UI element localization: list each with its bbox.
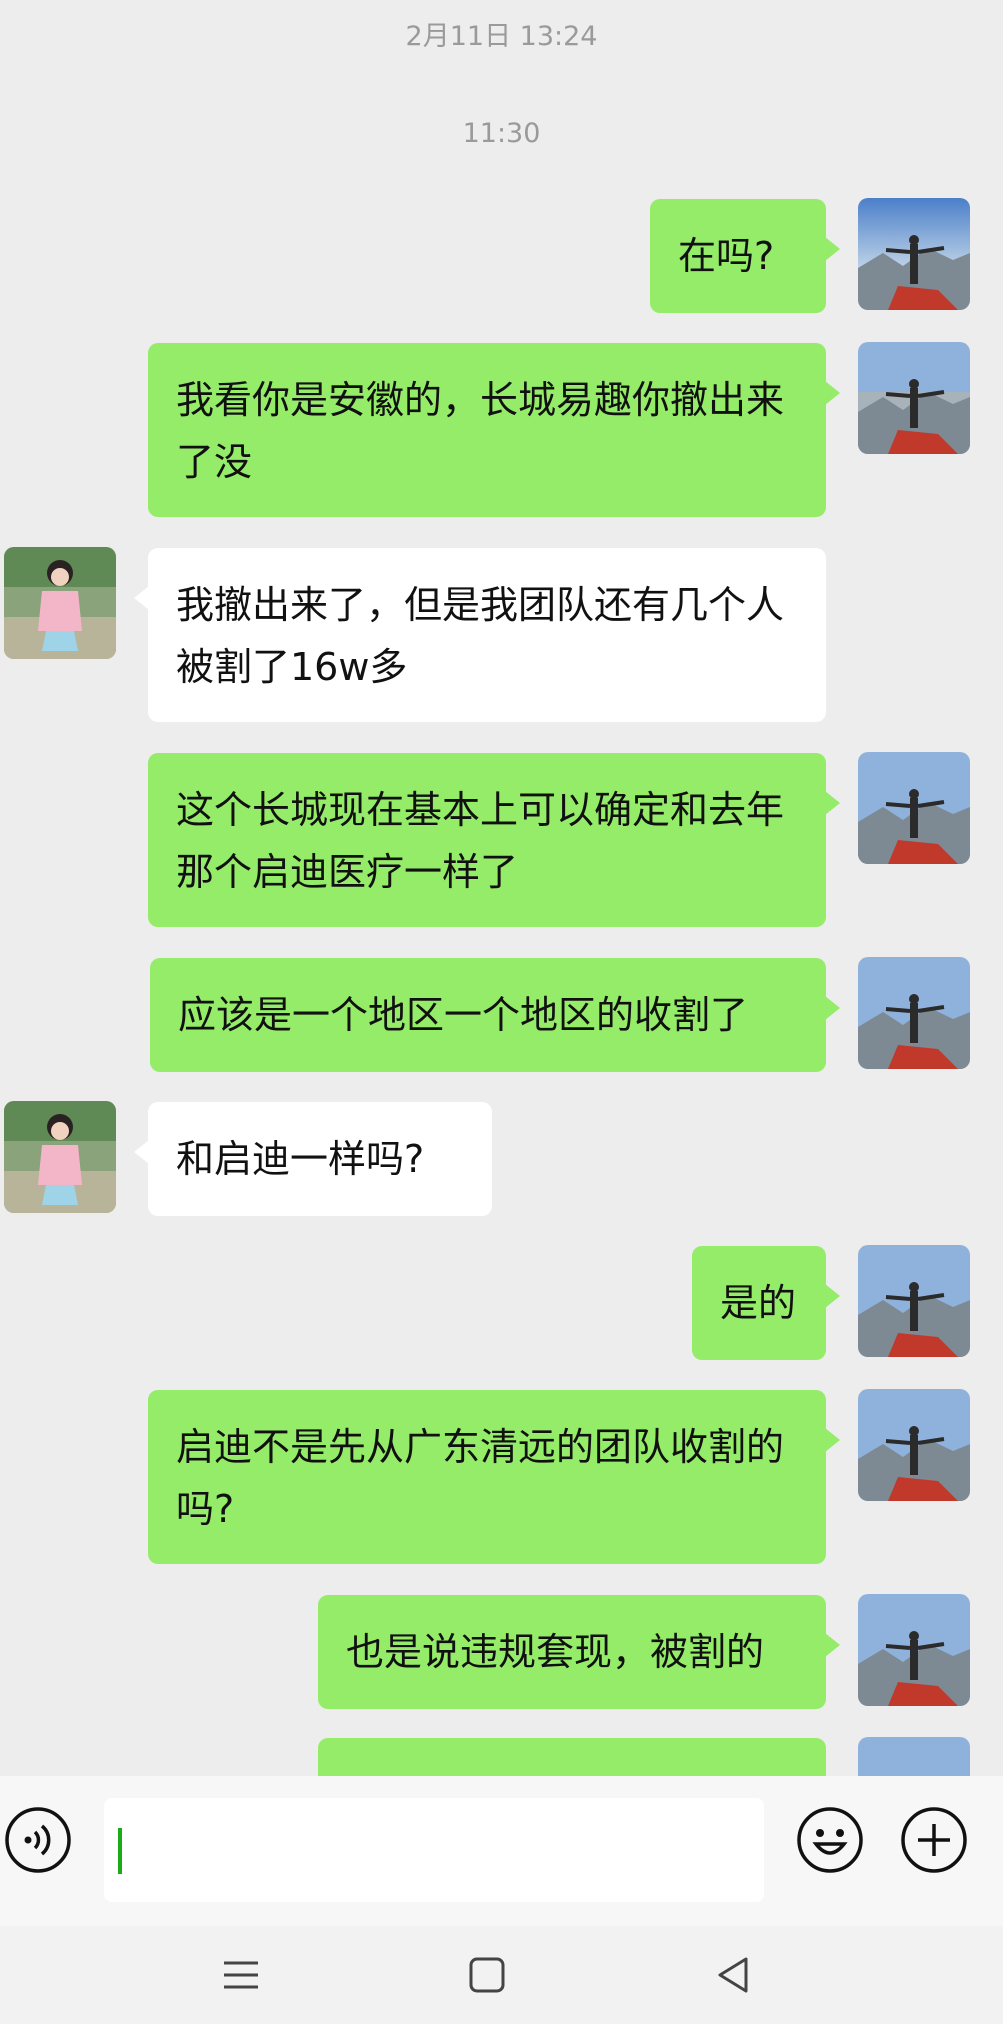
message-bubble-outgoing[interactable]: 我看你是安徽的，长城易趣你撤出来了没 xyxy=(148,343,840,517)
message-text: 应该是一个地区一个地区的收割了 xyxy=(178,993,749,1037)
timestamp: 2月11日 13:24 xyxy=(405,21,598,52)
contact-avatar-icon[interactable] xyxy=(4,1101,116,1213)
message-text: 是的 xyxy=(720,1281,797,1325)
my-avatar-icon[interactable] xyxy=(858,957,970,1069)
message-bubble-outgoing[interactable]: 应该是一个地区一个地区的收割了 xyxy=(150,958,840,1072)
message-text: 这个长城现在基本上可以确定和去年那个启迪医疗一样了 xyxy=(176,788,785,894)
message-bubble-outgoing[interactable]: 也是说违规套现，被割的 xyxy=(318,1595,840,1709)
message-bubble-outgoing[interactable] xyxy=(318,1738,826,1776)
message-text: 在吗? xyxy=(678,234,775,278)
message-text: 我看你是安徽的，长城易趣你撤出来了没 xyxy=(176,378,785,484)
my-avatar-icon[interactable] xyxy=(858,1594,970,1706)
message-bubble-outgoing[interactable]: 这个长城现在基本上可以确定和去年那个启迪医疗一样了 xyxy=(148,753,840,927)
text-cursor xyxy=(118,1828,122,1874)
home-icon[interactable] xyxy=(462,1950,512,2000)
message-text: 启迪不是先从广东清远的团队收割的吗? xyxy=(176,1425,785,1531)
message-input[interactable] xyxy=(104,1798,764,1902)
back-icon[interactable] xyxy=(708,1950,758,2000)
message-text: 我撤出来了，但是我团队还有几个人被割了16w多 xyxy=(176,583,785,689)
chat-area[interactable]: 2月11日 13:24 11:30 在吗? 我看你是安徽的，长城易趣你撤出来了没… xyxy=(0,0,1003,1776)
my-avatar-icon[interactable] xyxy=(858,198,970,310)
message-text: 和启迪一样吗? xyxy=(176,1137,425,1181)
my-avatar-icon[interactable] xyxy=(858,1245,970,1357)
message-text: 也是说违规套现，被割的 xyxy=(346,1630,765,1674)
message-bubble-outgoing[interactable]: 在吗? xyxy=(650,199,840,313)
my-avatar-icon[interactable] xyxy=(858,752,970,864)
message-bubble-incoming[interactable]: 我撤出来了，但是我团队还有几个人被割了16w多 xyxy=(134,548,826,722)
menu-icon[interactable] xyxy=(216,1950,266,2000)
my-avatar-icon[interactable] xyxy=(858,342,970,454)
my-avatar-icon[interactable] xyxy=(858,1737,970,1776)
plus-icon[interactable] xyxy=(900,1806,968,1874)
message-bubble-incoming[interactable]: 和启迪一样吗? xyxy=(134,1102,492,1216)
system-nav-bar xyxy=(0,1926,1003,2024)
my-avatar-icon[interactable] xyxy=(858,1389,970,1501)
emoji-icon[interactable] xyxy=(796,1806,864,1874)
timestamp: 11:30 xyxy=(462,118,541,149)
message-bubble-outgoing[interactable]: 启迪不是先从广东清远的团队收割的吗? xyxy=(148,1390,840,1564)
input-bar xyxy=(0,1776,1003,1926)
voice-icon[interactable] xyxy=(4,1806,72,1874)
message-bubble-outgoing[interactable]: 是的 xyxy=(692,1246,840,1360)
contact-avatar-icon[interactable] xyxy=(4,547,116,659)
